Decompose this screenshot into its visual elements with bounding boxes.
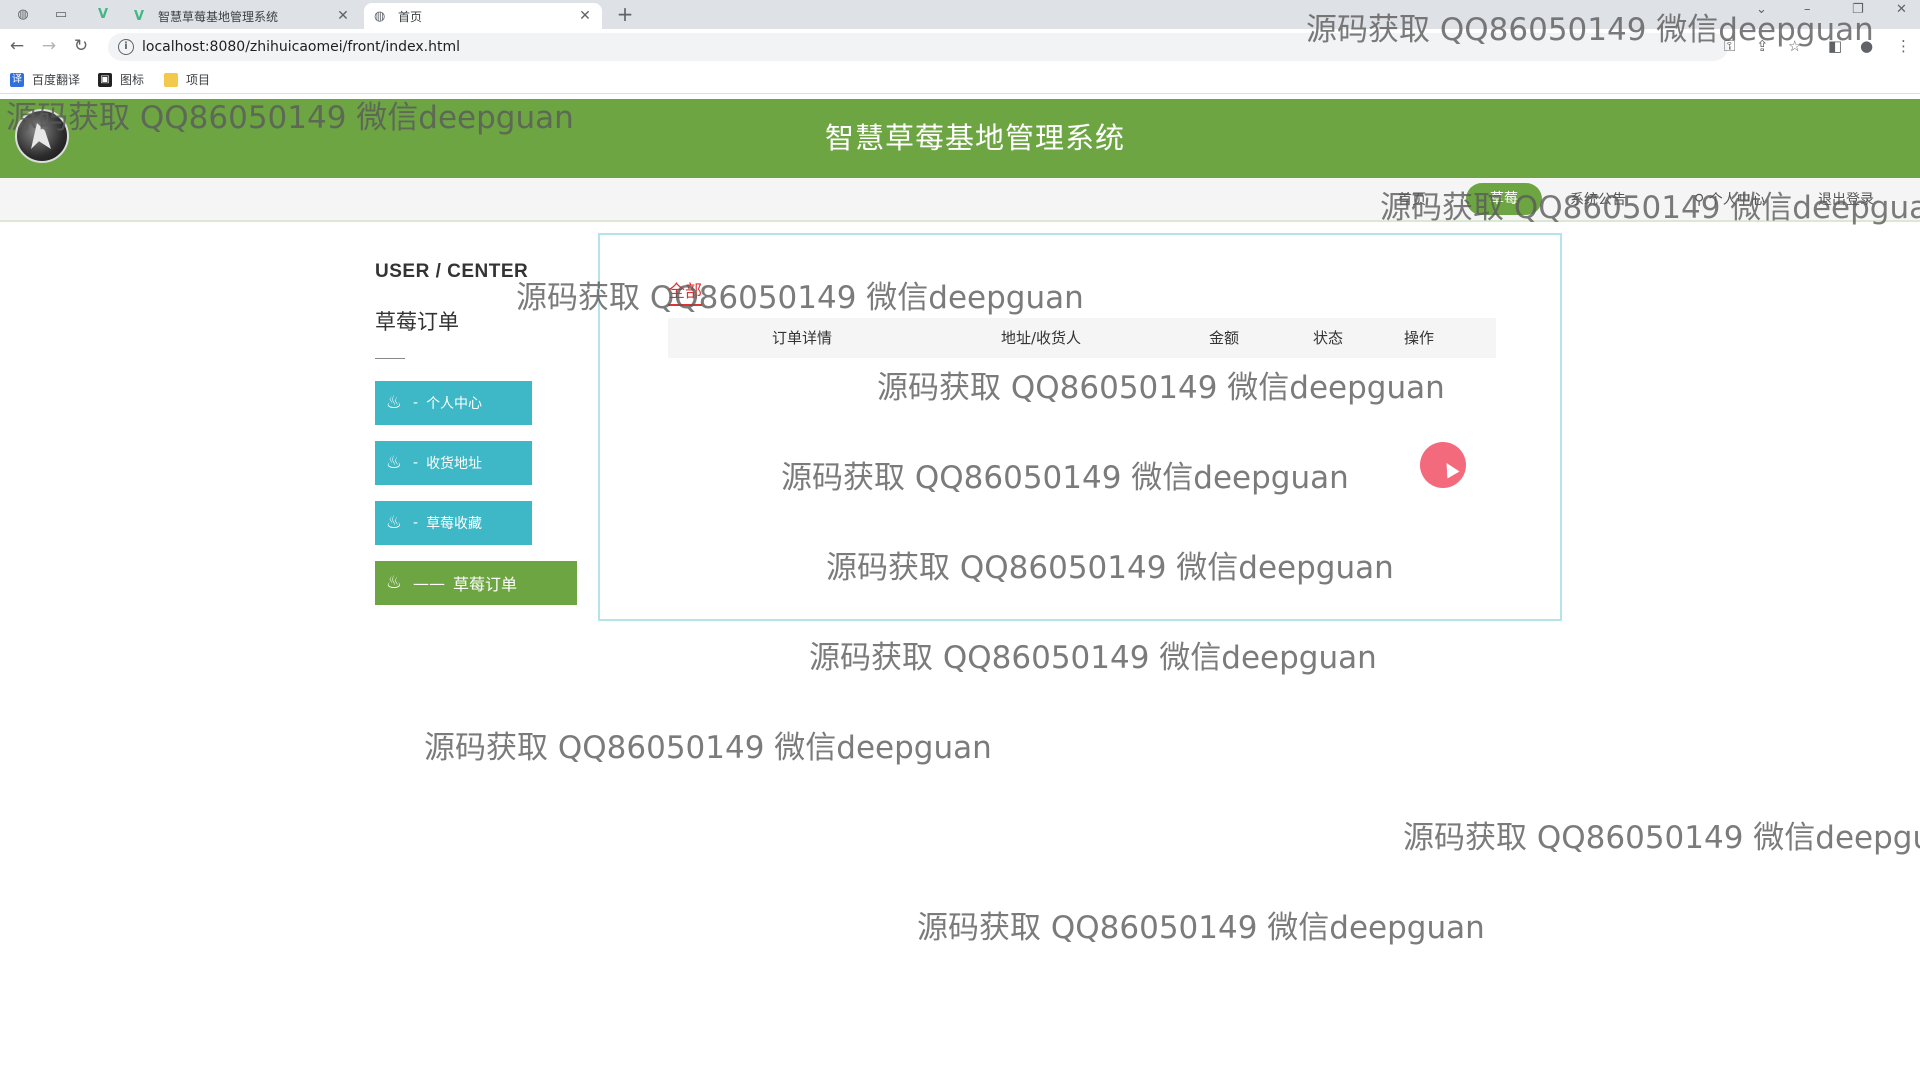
column-header: 状态 bbox=[1313, 329, 1344, 347]
address-bar[interactable]: i localhost:8080/zhihuicaomei/front/inde… bbox=[108, 33, 1728, 61]
bookmark-baidu-translate[interactable]: 译 百度翻译 bbox=[10, 71, 80, 88]
vue-logo-icon[interactable]: V bbox=[94, 5, 112, 23]
browser-tab-strip: ◍ ▭ V V 智慧草莓基地管理系统 ✕ ◍ 首页 ✕ + ⌄ – ❐ ✕ bbox=[0, 0, 1920, 29]
bookmarks-bar: 译 百度翻译 ▣ 图标 项目 bbox=[0, 65, 1920, 94]
nav-strawberry[interactable]: 草莓 bbox=[1466, 183, 1542, 215]
tab-home[interactable]: ◍ 首页 ✕ bbox=[364, 3, 602, 29]
close-tab-icon[interactable]: ✕ bbox=[334, 8, 352, 24]
minimize-icon[interactable]: – bbox=[1804, 2, 1811, 17]
menu-label: 草莓收藏 bbox=[426, 516, 483, 532]
translate-icon: 译 bbox=[10, 72, 24, 87]
nav-logout[interactable]: 退出登录 bbox=[1818, 189, 1874, 209]
column-header: 操作 bbox=[1404, 329, 1435, 347]
orders-table-header: 订单详情 地址/收货人 金额 状态 操作 bbox=[668, 318, 1496, 358]
menu-label: 收货地址 bbox=[426, 456, 483, 472]
profile-icon[interactable]: ● bbox=[1860, 37, 1873, 55]
new-tab-button[interactable]: + bbox=[614, 3, 636, 25]
side-panel-icon[interactable]: ◧ bbox=[1828, 37, 1842, 55]
forward-arrow-icon[interactable]: → bbox=[38, 35, 60, 57]
bookmark-icon: ▣ bbox=[98, 72, 112, 87]
tab-all-orders[interactable]: 全部 bbox=[668, 277, 702, 306]
column-header: 金额 bbox=[1209, 329, 1240, 347]
menu-label: 草莓订单 bbox=[453, 575, 518, 594]
close-window-icon[interactable]: ✕ bbox=[1896, 2, 1907, 17]
menu-personal-center[interactable]: ♨ - 个人中心 bbox=[375, 381, 532, 425]
orders-panel: 全部 订单详情 地址/收货人 金额 状态 操作 bbox=[598, 233, 1562, 621]
folder-icon bbox=[164, 72, 178, 87]
menu-strawberry-favorites[interactable]: ♨ - 草莓收藏 bbox=[375, 501, 532, 545]
user-center-title: USER / CENTER bbox=[375, 261, 529, 282]
menu-label: 个人中心 bbox=[426, 396, 483, 412]
tab-label: 首页 bbox=[398, 9, 423, 24]
chevron-down-icon[interactable]: ⌄ bbox=[1756, 2, 1767, 17]
bookmark-label: 项目 bbox=[186, 73, 211, 87]
menu-dash: - bbox=[413, 455, 419, 471]
restore-icon[interactable]: ❐ bbox=[1852, 2, 1864, 17]
watermark: 源码获取 QQ86050149 微信deepguan bbox=[917, 910, 1485, 946]
watermark: 源码获取 QQ86050149 微信deepguan bbox=[424, 730, 992, 766]
flame-icon: ♨ bbox=[385, 512, 403, 533]
flame-icon: ♨ bbox=[385, 392, 403, 413]
tab-management-system[interactable]: V 智慧草莓基地管理系统 ✕ bbox=[124, 3, 360, 29]
site-title: 智慧草莓基地管理系统 bbox=[824, 121, 1125, 155]
browser-toolbar: ← → ↻ i localhost:8080/zhihuicaomei/fron… bbox=[0, 29, 1920, 65]
site-nav: 首页 草莓 系统公告 ⚲ 个人中心 退出登录 bbox=[0, 178, 1920, 222]
flame-icon: ♨ bbox=[385, 452, 403, 473]
nav-home[interactable]: 首页 bbox=[1398, 189, 1426, 209]
kebab-menu-icon[interactable]: ⋮ bbox=[1896, 37, 1911, 55]
share-icon[interactable]: ⇪ bbox=[1756, 37, 1769, 55]
user-center-subtitle: 草莓订单 bbox=[375, 310, 459, 334]
user-icon: ⚲ bbox=[1694, 192, 1705, 208]
reload-icon[interactable]: ↻ bbox=[70, 35, 92, 57]
star-icon[interactable]: ☆ bbox=[1788, 37, 1801, 55]
blank-tab-icon[interactable]: ▭ bbox=[52, 5, 70, 23]
menu-strawberry-orders[interactable]: ♨ —— 草莓订单 bbox=[375, 561, 577, 605]
bookmark-label: 图标 bbox=[120, 73, 145, 87]
menu-dash: - bbox=[413, 395, 419, 411]
divider bbox=[375, 358, 405, 359]
address-url: localhost:8080/zhihuicaomei/front/index.… bbox=[142, 39, 461, 55]
nav-announcement[interactable]: 系统公告 bbox=[1570, 189, 1626, 209]
nav-user-center[interactable]: ⚲ 个人中心 bbox=[1694, 189, 1765, 209]
bookmark-label: 百度翻译 bbox=[32, 73, 81, 87]
menu-shipping-address[interactable]: ♨ - 收货地址 bbox=[375, 441, 532, 485]
close-tab-icon[interactable]: ✕ bbox=[576, 8, 594, 24]
back-arrow-icon[interactable]: ← bbox=[6, 35, 28, 57]
flame-icon: ♨ bbox=[385, 572, 403, 593]
menu-dash: —— bbox=[413, 573, 445, 593]
bookmark-icons[interactable]: ▣ 图标 bbox=[98, 71, 144, 88]
info-icon[interactable]: i bbox=[118, 39, 134, 55]
menu-dash: - bbox=[413, 515, 419, 531]
column-header: 地址/收货人 bbox=[1001, 329, 1082, 347]
bookmark-project[interactable]: 项目 bbox=[164, 71, 210, 88]
watermark: 源码获取 QQ86050149 微信deepguan bbox=[809, 640, 1377, 676]
tab-label: 智慧草莓基地管理系统 bbox=[158, 9, 279, 24]
key-icon[interactable]: ⚿ bbox=[1724, 37, 1735, 55]
site-header: 智慧草莓基地管理系统 bbox=[0, 99, 1920, 178]
column-header: 订单详情 bbox=[772, 329, 833, 347]
watermark: 源码获取 QQ86050149 微信deepguan bbox=[1403, 820, 1920, 856]
vue-logo-icon: V bbox=[134, 8, 145, 24]
nav-user-center-label: 个人中心 bbox=[1708, 192, 1765, 208]
globe-icon[interactable]: ◍ bbox=[14, 5, 32, 23]
globe-icon: ◍ bbox=[374, 8, 386, 24]
